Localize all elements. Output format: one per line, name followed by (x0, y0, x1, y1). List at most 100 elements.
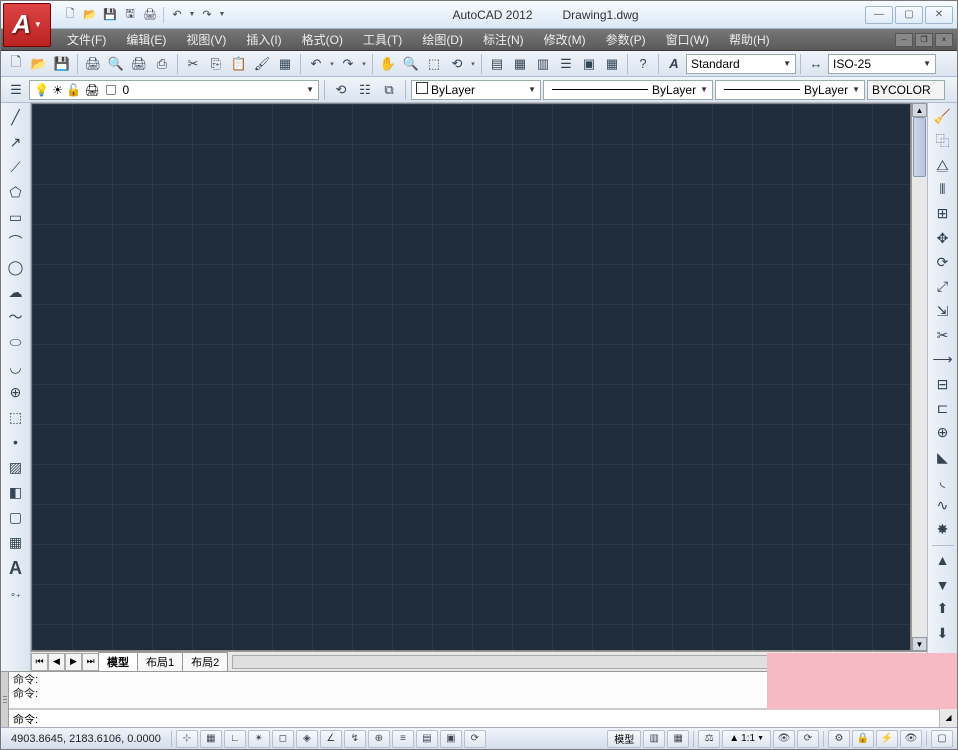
menu-tools[interactable]: 工具(T) (353, 29, 412, 50)
close-button[interactable]: ✕ (925, 6, 953, 24)
layer-iso-icon[interactable]: ⧉ (378, 79, 400, 101)
snap-mode-icon[interactable]: ⊹ (176, 730, 198, 748)
copy-obj-icon[interactable]: ⿻ (931, 129, 955, 152)
table-icon[interactable]: ▦ (4, 530, 28, 554)
command-grip[interactable] (1, 672, 9, 727)
toolbar-lock-icon[interactable]: 🔒 (852, 730, 874, 748)
design-center-icon[interactable]: ▦ (509, 53, 531, 75)
application-menu-button[interactable]: A▼ (3, 3, 51, 47)
break-icon[interactable]: ⊏ (931, 397, 955, 420)
menu-draw[interactable]: 绘图(D) (412, 29, 473, 50)
erase-icon[interactable]: 🧹 (931, 105, 955, 128)
model-paper-toggle[interactable]: 模型 (607, 730, 641, 748)
grid-mode-icon[interactable]: ▦ (200, 730, 222, 748)
chamfer-icon[interactable]: ◣ (931, 445, 955, 468)
help-icon[interactable]: ? (632, 53, 654, 75)
quick-props-icon[interactable]: ▣ (440, 730, 462, 748)
hardware-accel-icon[interactable]: ⚡ (876, 730, 898, 748)
dimstyle-icon[interactable]: ↔ (805, 53, 827, 75)
layer-manager-icon[interactable]: ☰ (5, 79, 27, 101)
ducs-mode-icon[interactable]: ↯ (344, 730, 366, 748)
qat-save-icon[interactable]: 💾 (101, 6, 119, 24)
plotstyle-combo[interactable]: BYCOLOR (867, 80, 945, 100)
offset-icon[interactable]: ⫴ (931, 178, 955, 201)
draworder-above-icon[interactable]: ⬆ (931, 597, 955, 620)
otrack-mode-icon[interactable]: ∠ (320, 730, 342, 748)
minimize-button[interactable]: — (865, 6, 893, 24)
markup-icon[interactable]: ▣ (578, 53, 600, 75)
redo-dropdown[interactable]: ▼ (218, 11, 226, 18)
polar-mode-icon[interactable]: ✴ (248, 730, 270, 748)
menu-file[interactable]: 文件(F) (57, 29, 116, 50)
dim-style-combo[interactable]: ISO-25▼ (828, 54, 936, 74)
array-icon[interactable]: ⊞ (931, 202, 955, 225)
menu-view[interactable]: 视图(V) (176, 29, 236, 50)
ortho-mode-icon[interactable]: ∟ (224, 730, 246, 748)
circle-icon[interactable]: ◯ (4, 255, 28, 279)
tab-last-icon[interactable]: ⏭ (82, 653, 99, 671)
menu-insert[interactable]: 插入(I) (236, 29, 291, 50)
menu-dimension[interactable]: 标注(N) (473, 29, 534, 50)
trim-icon[interactable]: ✂ (931, 324, 955, 347)
textstyle-icon[interactable]: A (663, 53, 685, 75)
dyn-input-icon[interactable]: ⊕ (368, 730, 390, 748)
3dprint-icon[interactable]: ⎙ (151, 53, 173, 75)
auto-scale-icon[interactable]: ⟳ (797, 730, 819, 748)
spline-icon[interactable]: 〜 (4, 305, 28, 329)
qat-undo-icon[interactable]: ↶ (168, 6, 186, 24)
zoom-realtime-icon[interactable]: 🔍 (400, 53, 422, 75)
blend-icon[interactable]: ∿ (931, 494, 955, 517)
plot-icon[interactable]: 🖨 (82, 53, 104, 75)
zoom-previous-icon[interactable]: ⟲ (446, 53, 468, 75)
sheet-set-icon[interactable]: ☰ (555, 53, 577, 75)
make-block-icon[interactable]: ⬚ (4, 405, 28, 429)
scroll-up-icon[interactable]: ▲ (912, 103, 927, 117)
qat-new-icon[interactable]: 🗋 (61, 6, 79, 24)
layer-state-icon[interactable]: ☷ (354, 79, 376, 101)
fillet-icon[interactable]: ◟ (931, 470, 955, 493)
mdi-minimize[interactable]: – (895, 33, 913, 47)
gradient-icon[interactable]: ◧ (4, 480, 28, 504)
lineweight-toggle-icon[interactable]: ≡ (392, 730, 414, 748)
save-icon[interactable]: 💾 (51, 53, 73, 75)
draworder-front-icon[interactable]: ▲ (931, 549, 955, 572)
pan-icon[interactable]: ✋ (377, 53, 399, 75)
menu-window[interactable]: 窗口(W) (656, 29, 719, 50)
scale-icon[interactable]: ⤢ (931, 275, 955, 298)
zoom-window-icon[interactable]: ⬚ (423, 53, 445, 75)
join-icon[interactable]: ⊕ (931, 421, 955, 444)
layer-combo[interactable]: 💡 ☀ 🔓 🖨 ◻ 0 ▼ (29, 80, 319, 100)
quickcalc-icon[interactable]: ▦ (601, 53, 623, 75)
layer-previous-icon[interactable]: ⟲ (330, 79, 352, 101)
open-icon[interactable]: 📂 (28, 53, 50, 75)
hatch-icon[interactable]: ▨ (4, 455, 28, 479)
qat-print-icon[interactable]: 🖨 (141, 6, 159, 24)
selection-cycle-icon[interactable]: ⟳ (464, 730, 486, 748)
stretch-icon[interactable]: ⇲ (931, 300, 955, 323)
extend-icon[interactable]: ⟶ (931, 348, 955, 371)
zoom-dropdown[interactable]: ▾ (469, 60, 477, 68)
tab-prev-icon[interactable]: ◀ (48, 653, 65, 671)
qat-redo-icon[interactable]: ↷ (198, 6, 216, 24)
quickview-layouts-icon[interactable]: ▥ (643, 730, 665, 748)
add-selected-icon[interactable]: ∘₊ (4, 582, 28, 606)
text-style-combo[interactable]: Standard▼ (686, 54, 796, 74)
draworder-back-icon[interactable]: ▼ (931, 573, 955, 596)
line-icon[interactable]: ╱ (4, 105, 28, 129)
tab-layout1[interactable]: 布局1 (137, 652, 183, 671)
color-combo[interactable]: ByLayer ▼ (411, 80, 541, 100)
break-point-icon[interactable]: ⊟ (931, 372, 955, 395)
menu-format[interactable]: 格式(O) (292, 29, 353, 50)
point-icon[interactable]: • (4, 430, 28, 454)
ellipse-icon[interactable]: ⬭ (4, 330, 28, 354)
ellipse-arc-icon[interactable]: ◡ (4, 355, 28, 379)
mirror-icon[interactable]: ⧋ (931, 154, 955, 177)
scroll-down-icon[interactable]: ▼ (912, 637, 927, 651)
resize-grip-icon[interactable]: ◢ (940, 709, 957, 727)
menu-help[interactable]: 帮助(H) (719, 29, 780, 50)
publish-icon[interactable]: 🖨 (128, 53, 150, 75)
drawing-canvas[interactable] (31, 103, 911, 651)
undo-dropdown[interactable]: ▼ (188, 11, 196, 18)
mtext-icon[interactable]: A (4, 555, 28, 581)
undo-icon[interactable]: ↶ (305, 53, 327, 75)
